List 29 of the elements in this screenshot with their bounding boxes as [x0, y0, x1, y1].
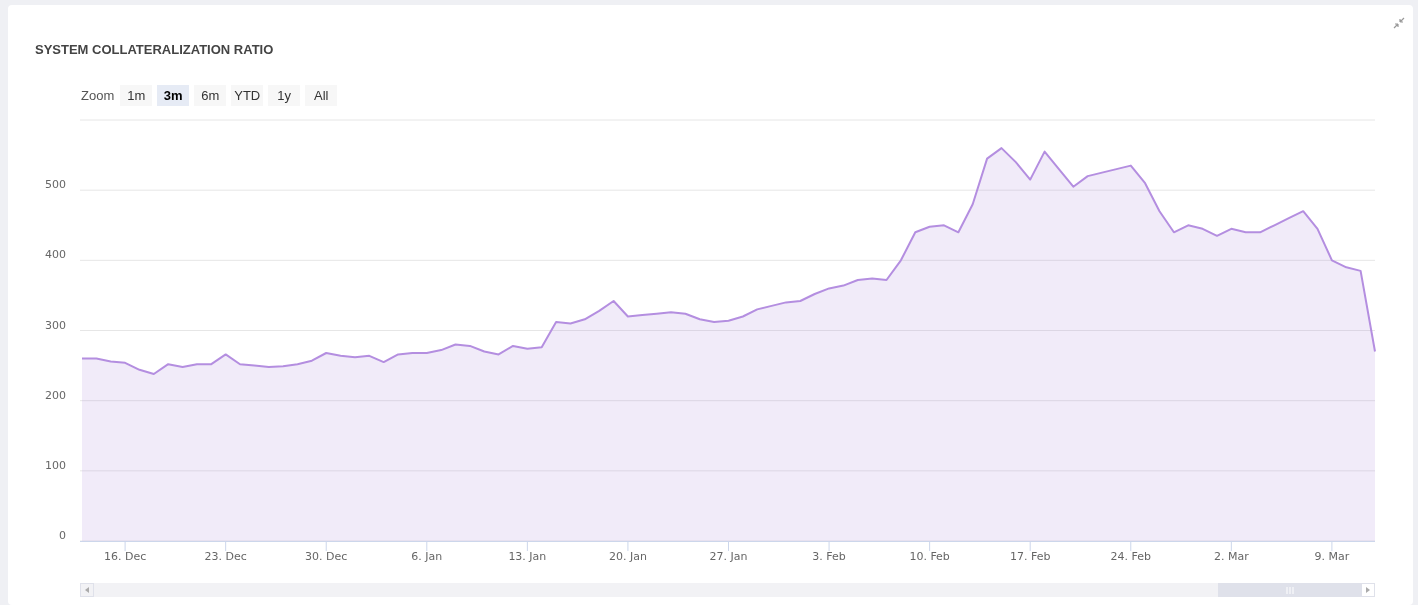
y-axis-label: 200: [45, 388, 66, 402]
x-axis-label: 10. Feb: [909, 550, 950, 563]
x-axis-label: 20. Jan: [608, 550, 647, 563]
x-axis-label: 6. Jan: [411, 550, 443, 563]
y-axis-label: 500: [45, 178, 66, 192]
y-axis-label: 100: [45, 458, 66, 472]
x-axis-label: 3. Feb: [812, 550, 846, 563]
zoom-button[interactable]: 6m: [194, 84, 227, 106]
x-axis-label: 27. Jan: [709, 550, 748, 563]
zoom-button[interactable]: All: [305, 84, 338, 106]
zoom-button[interactable]: 1m: [120, 84, 153, 106]
zoom-button[interactable]: 3m: [157, 84, 190, 106]
zoom-label: Zoom: [81, 87, 115, 103]
zoom-button[interactable]: 1y: [268, 84, 301, 106]
chart-title: SYSTEM COLLATERALIZATION RATIO: [35, 41, 274, 59]
y-axis-label: 400: [45, 248, 66, 262]
x-axis-label: 30. Dec: [305, 550, 348, 563]
x-axis-label: 17. Feb: [1009, 550, 1051, 563]
collapse-icon[interactable]: [1393, 17, 1405, 29]
x-axis-label: 2. Mar: [1213, 550, 1249, 563]
x-axis-label: 23. Dec: [204, 550, 247, 563]
x-axis-label: 9. Mar: [1314, 550, 1350, 563]
x-axis-label: 13. Jan: [508, 550, 547, 563]
zoom-button[interactable]: YTD: [231, 84, 264, 106]
y-axis-label: 300: [45, 318, 66, 332]
y-axis-label: 0: [59, 529, 66, 542]
x-axis-label: 16. Dec: [103, 550, 147, 563]
x-axis-label: 24. Feb: [1110, 550, 1151, 563]
scrollbar[interactable]: [80, 583, 1375, 597]
